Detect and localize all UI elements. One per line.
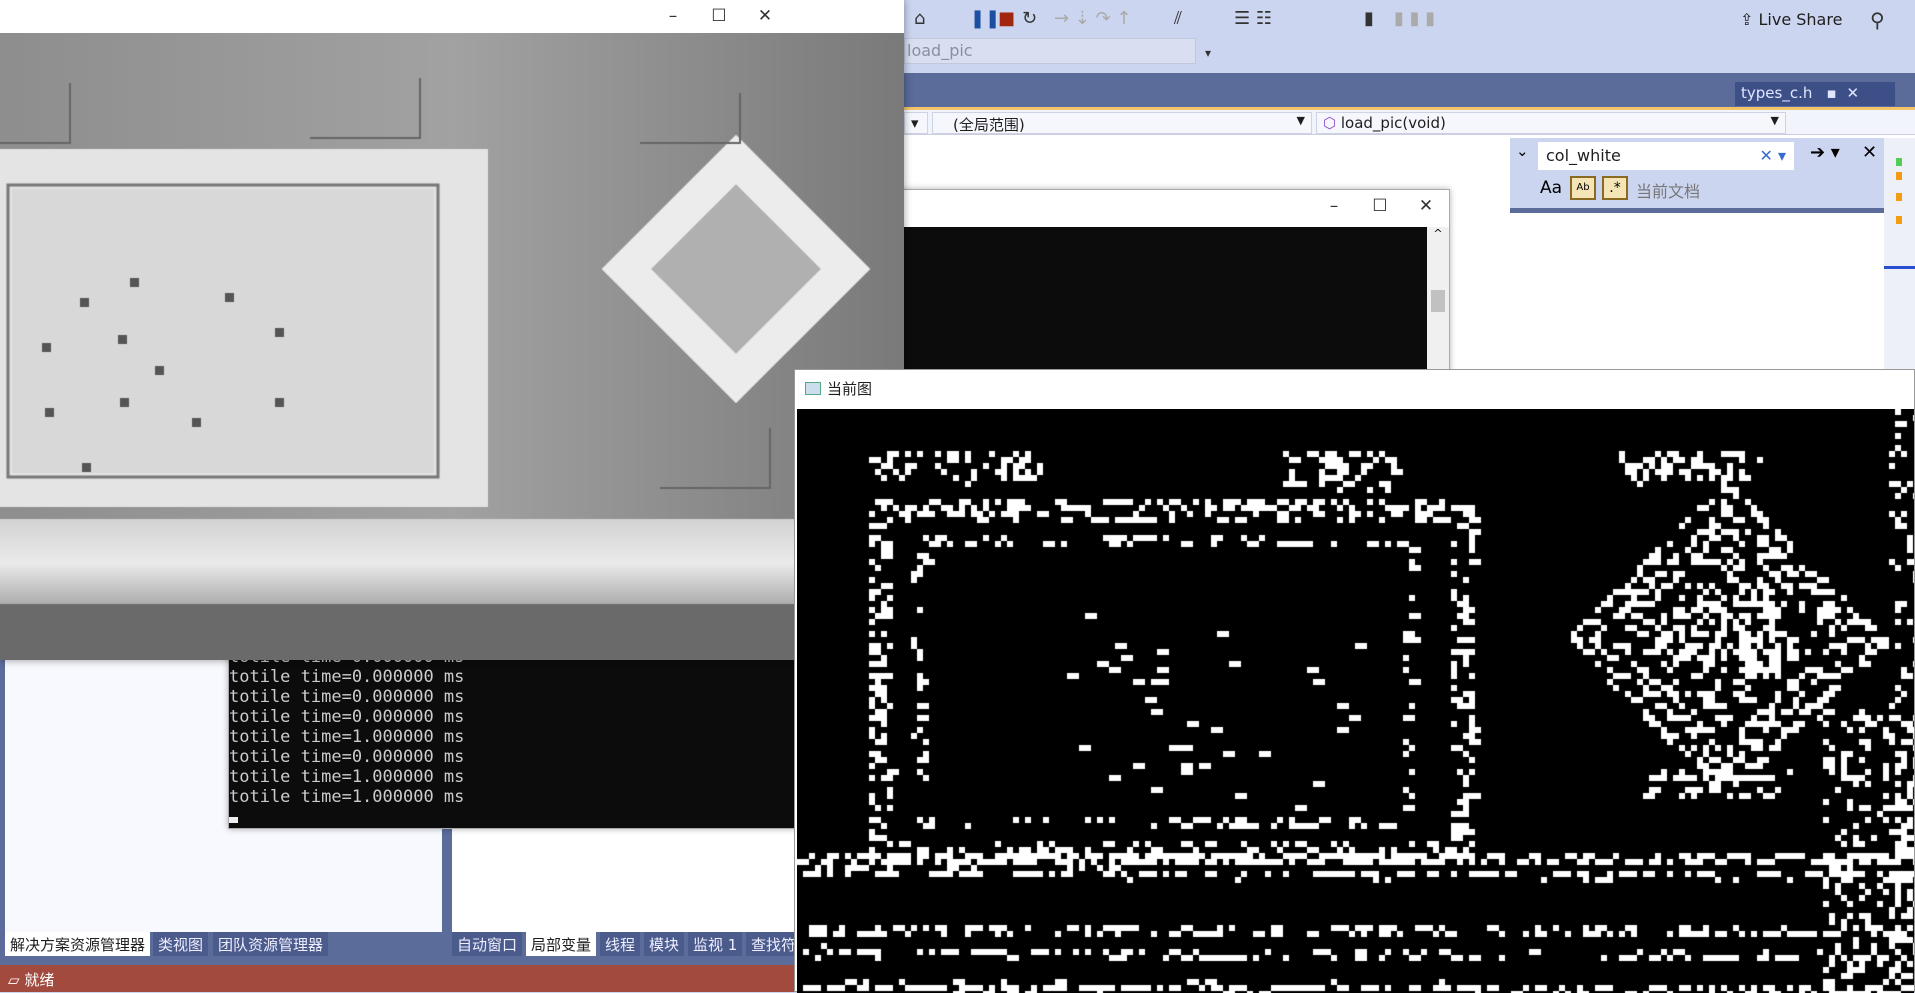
close-button[interactable]: ✕ (742, 0, 788, 33)
config-dropdown[interactable]: load_pic (904, 38, 1196, 64)
bookmark-icon[interactable]: ▮ (1364, 8, 1374, 29)
restart-icon[interactable]: ↻ (1022, 8, 1037, 29)
function-icon: ⬡ (1323, 114, 1341, 132)
window-title: 当前图 (805, 378, 872, 399)
live-share-label: Live Share (1758, 10, 1843, 29)
status-bar: ▱ 就绪 (0, 965, 794, 992)
share-icon: ⇪ (1740, 10, 1759, 29)
tab-modules[interactable]: 模块 (644, 932, 685, 956)
tab-types-c-h[interactable]: types_c.h ▪ ✕ (1735, 82, 1895, 106)
cursor (229, 817, 238, 823)
status-icon: ▱ (8, 971, 25, 989)
binary-image (797, 409, 1914, 993)
close-find-icon[interactable]: ✕ (1862, 142, 1877, 163)
stop-icon[interactable]: ■ (998, 8, 1015, 29)
minimize-button[interactable]: – (650, 0, 696, 33)
live-share-button[interactable]: ⇪ Live Share (1740, 10, 1842, 29)
find-marker (1896, 216, 1902, 224)
close-icon[interactable]: ✕ (1847, 84, 1860, 102)
console-line: totile time=1.000000 ms (229, 727, 465, 747)
tab-label: types_c.h (1741, 84, 1813, 102)
app-icon (805, 382, 821, 395)
minimize-button[interactable]: – (1311, 190, 1357, 223)
find-input[interactable]: col_white ✕ ▾ (1538, 142, 1794, 170)
bookmark-nav-icon[interactable]: ▮ ▮ ▮ (1394, 8, 1435, 29)
home-icon[interactable]: ⌂ (914, 8, 925, 29)
function-dropdown[interactable]: ⬡ load_pic(void) ▼ (1316, 112, 1786, 134)
console-line: totile time=0.000000 ms (229, 747, 465, 767)
camera-image (0, 33, 904, 660)
whole-word-toggle[interactable]: Ab (1570, 176, 1596, 200)
find-query: col_white (1546, 146, 1621, 165)
tab-locals[interactable]: 局部变量 (526, 932, 597, 956)
camera-image-window: – ☐ ✕ (0, 0, 904, 660)
tab-find-symbol[interactable]: 查找符 (746, 932, 802, 956)
match-case-toggle[interactable]: Aa (1540, 178, 1562, 198)
change-marker (1896, 158, 1902, 166)
find-scope-dropdown[interactable]: 当前文档 (1636, 178, 1700, 202)
window-title-text: 当前图 (827, 380, 873, 398)
scope-dropdown[interactable]: (全局范围) ▼ (932, 112, 1312, 134)
config-value: load_pic (907, 41, 973, 60)
pause-icon[interactable]: ❚❚ (970, 8, 1000, 29)
caret-marker (1884, 266, 1915, 269)
console-line: totile time=1.000000 ms (229, 787, 465, 807)
navigation-bar: ▾ (全局范围) ▼ ⬡ load_pic(void) ▼ (904, 107, 1915, 135)
overflow-icon[interactable]: ▾ (1205, 46, 1211, 60)
editor-scrollbar[interactable] (1884, 138, 1915, 378)
tab-threads[interactable]: 线程 (600, 932, 641, 956)
clear-icon[interactable]: ✕ ▾ (1759, 146, 1786, 165)
tab-autos[interactable]: 自动窗口 (452, 932, 523, 956)
status-text: 就绪 (24, 971, 55, 989)
comment-icon[interactable]: ⫽ (1174, 8, 1182, 29)
pin-icon[interactable]: ▪ (1826, 84, 1836, 102)
find-marker (1896, 172, 1902, 180)
expand-icon[interactable]: ⌄ (1516, 142, 1529, 160)
project-dropdown[interactable]: ▾ (904, 112, 928, 134)
step-icon[interactable]: → ⇣ ↷ ↑ (1054, 8, 1132, 29)
console-line: totile time=1.000000 ms (229, 767, 465, 787)
maximize-button[interactable]: ☐ (696, 0, 742, 33)
tab-class-view[interactable]: 类视图 (153, 932, 209, 956)
console-line: totile time=0.000000 ms (229, 667, 465, 687)
function-value: load_pic(void) (1340, 114, 1446, 132)
find-marker (1896, 193, 1902, 201)
console-line: totile time=0.000000 ms (229, 707, 465, 727)
console-line: totile time=0.000000 ms (229, 687, 465, 707)
tab-team-explorer[interactable]: 团队资源管理器 (213, 932, 329, 956)
binary-image-window: 当前图 (794, 369, 1915, 993)
indent-icon[interactable]: ☰ ☷ (1234, 8, 1272, 29)
tab-solution-explorer[interactable]: 解决方案资源管理器 (5, 932, 151, 956)
maximize-button[interactable]: ☐ (1357, 190, 1403, 223)
feedback-icon[interactable]: ⚲ (1870, 8, 1885, 32)
tab-watch-1[interactable]: 监视 1 (688, 932, 743, 956)
regex-toggle[interactable]: .* (1602, 176, 1628, 200)
find-next-icon[interactable]: ➔ ▾ (1810, 142, 1840, 163)
scope-value: (全局范围) (953, 116, 1025, 134)
close-button[interactable]: ✕ (1403, 190, 1449, 223)
